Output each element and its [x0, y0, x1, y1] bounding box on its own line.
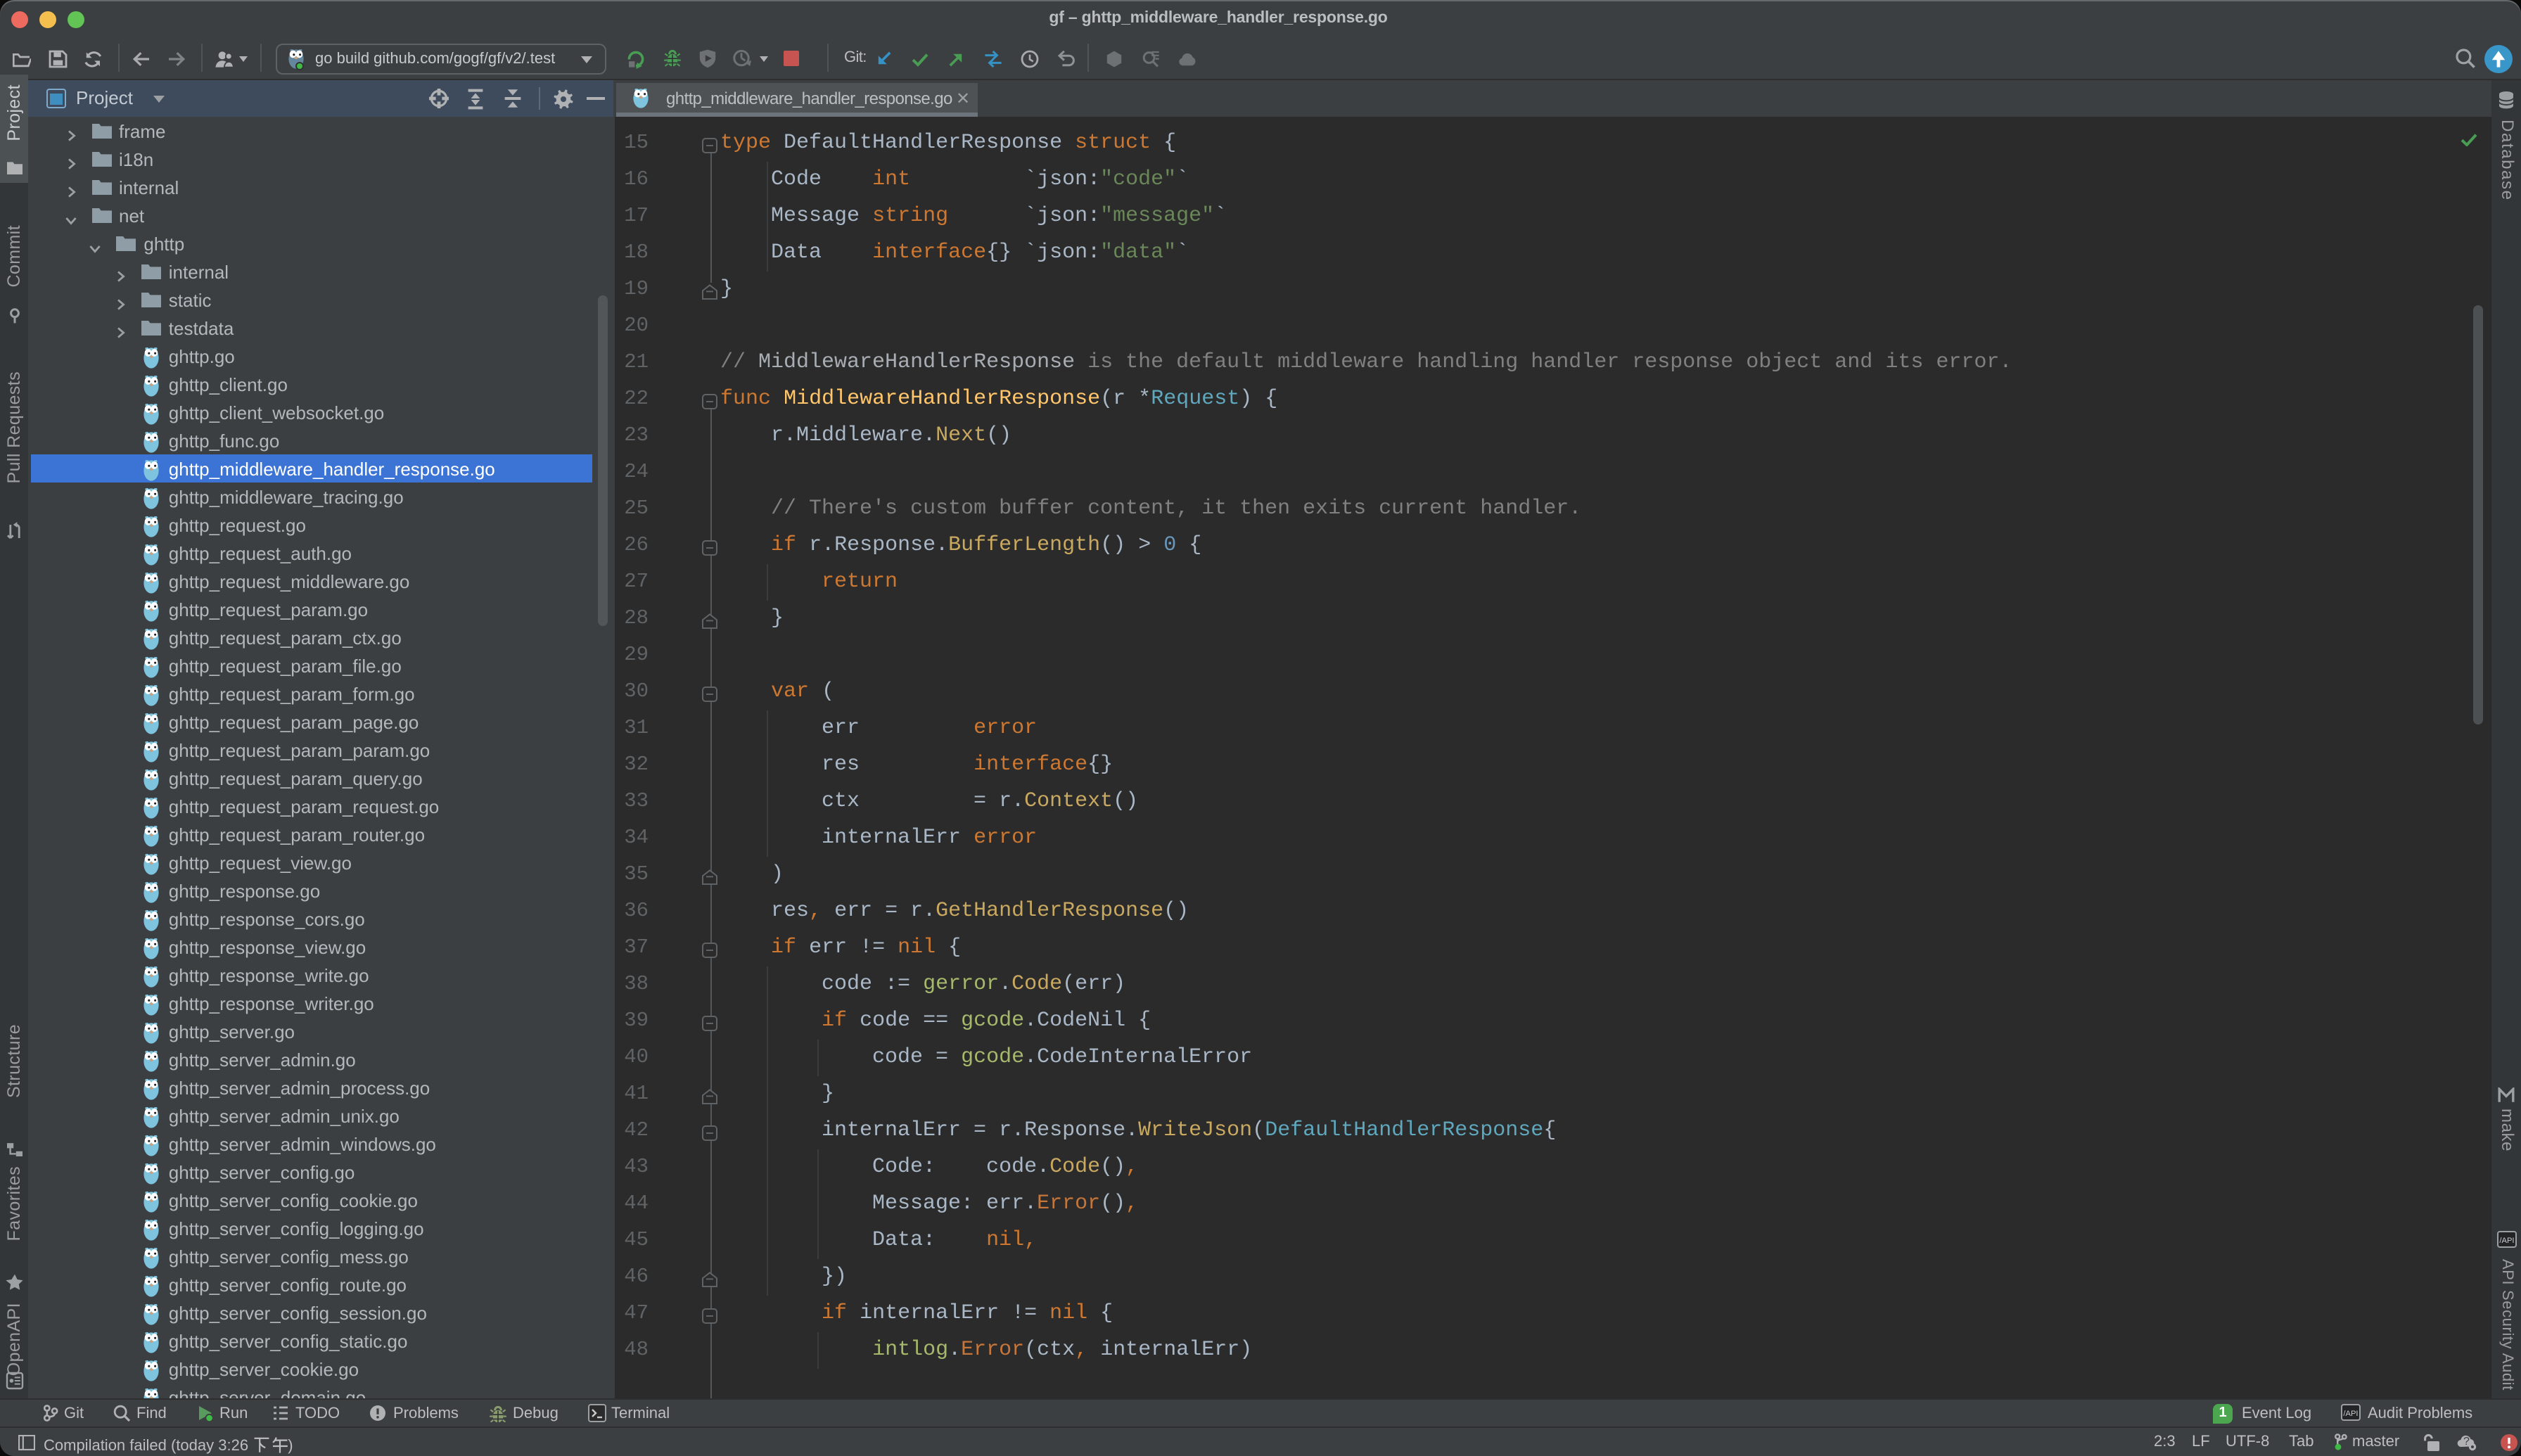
svg-text:?: ? [2463, 1436, 2470, 1448]
svg-text:/API: /API [2498, 1237, 2513, 1245]
svg-text:/API: /API [2342, 1409, 2357, 1417]
